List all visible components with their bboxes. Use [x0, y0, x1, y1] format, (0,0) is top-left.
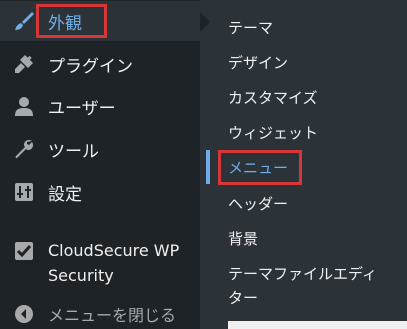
submenu-item-header[interactable]: ヘッダー [228, 193, 288, 214]
content-area-edge [228, 321, 407, 329]
menu-item-settings[interactable]: 設定 [0, 172, 200, 212]
menu-item-tools[interactable]: ツール [0, 129, 200, 169]
menu-item-users[interactable]: ユーザー [0, 86, 200, 126]
user-icon [12, 94, 36, 118]
collapse-menu-label: メニューを閉じる [48, 306, 177, 325]
submenu-pointer [200, 12, 210, 32]
wrench-icon [12, 137, 36, 161]
admin-screen: 外観 プラグイン ユーザー ツール 設定 CloudSecure WP Secu… [0, 0, 407, 329]
menu-item-label: 設定 [48, 184, 82, 205]
submenu-item-theme-file-editor[interactable]: テーマファイルエディター [228, 262, 378, 310]
settings-icon [12, 180, 36, 204]
submenu-item-widgets[interactable]: ウィジェット [228, 122, 318, 143]
submenu-item-design[interactable]: デザイン [228, 52, 288, 73]
menu-item-label: CloudSecure WP Security [48, 241, 180, 285]
admin-sidebar: 外観 プラグイン ユーザー ツール 設定 CloudSecure WP Secu… [0, 0, 200, 329]
plugin-icon [12, 52, 36, 76]
collapse-arrow-icon [12, 302, 36, 326]
menu-item-label: プラグイン [48, 56, 133, 77]
submenu-item-background[interactable]: 背景 [228, 228, 258, 249]
menu-item-label: ツール [48, 141, 99, 162]
menu-item-label: ユーザー [48, 98, 116, 119]
menu-item-plugins[interactable]: プラグイン [0, 44, 200, 84]
paintbrush-icon [12, 9, 36, 33]
collapse-menu-button[interactable]: メニューを閉じる [0, 296, 200, 329]
submenu-item-themes[interactable]: テーマ [228, 17, 273, 38]
menu-item-cloudsecure[interactable]: CloudSecure WP Security [0, 234, 200, 288]
shield-check-icon [12, 239, 36, 263]
menus-highlight [218, 150, 302, 185]
current-item-indicator [206, 150, 210, 184]
appearance-highlight [36, 4, 107, 38]
submenu-item-customize[interactable]: カスタマイズ [228, 87, 318, 108]
